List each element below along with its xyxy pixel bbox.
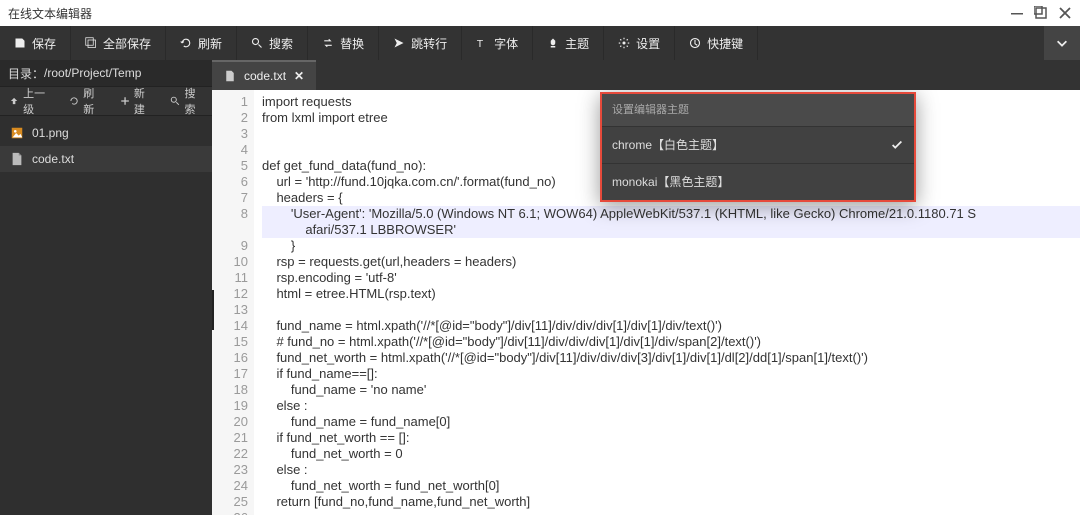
search-icon bbox=[251, 37, 263, 49]
sidebar: 目录：/root/Project/Temp 上一级 刷新 新建 搜索 bbox=[0, 60, 212, 515]
save-all-button[interactable]: 全部保存 bbox=[71, 26, 166, 60]
window-title: 在线文本编辑器 bbox=[8, 5, 92, 22]
toolbar-more-button[interactable] bbox=[1044, 26, 1080, 60]
goto-icon bbox=[393, 37, 405, 49]
check-icon bbox=[890, 138, 904, 152]
font-button[interactable]: T 字体 bbox=[462, 26, 533, 60]
font-icon: T bbox=[476, 37, 488, 49]
theme-option-monokai[interactable]: monokai【黑色主题】 bbox=[602, 163, 914, 200]
save-all-icon bbox=[85, 37, 97, 49]
up-icon bbox=[9, 95, 19, 107]
sidebar-up-button[interactable]: 上一级 bbox=[0, 85, 60, 117]
file-item[interactable]: 01.png bbox=[0, 120, 212, 146]
tab-label: code.txt bbox=[244, 69, 286, 83]
sidebar-new-button[interactable]: 新建 bbox=[111, 85, 162, 117]
search-icon bbox=[170, 95, 180, 107]
editor-tabs: code.txt ✕ bbox=[212, 60, 1080, 90]
sidebar-toolbar: 上一级 刷新 新建 搜索 bbox=[0, 86, 212, 116]
refresh-icon bbox=[69, 95, 79, 107]
file-name: 01.png bbox=[32, 126, 69, 140]
file-item[interactable]: code.txt bbox=[0, 146, 212, 172]
sidebar-refresh-button[interactable]: 刷新 bbox=[60, 85, 111, 117]
close-icon[interactable] bbox=[1058, 6, 1072, 20]
file-name: code.txt bbox=[32, 152, 74, 166]
minimize-icon[interactable] bbox=[1010, 6, 1024, 20]
theme-button[interactable]: 主题 bbox=[533, 26, 604, 60]
theme-option-chrome[interactable]: chrome【白色主题】 bbox=[602, 126, 914, 163]
svg-text:T: T bbox=[477, 38, 484, 49]
goto-line-button[interactable]: 跳转行 bbox=[379, 26, 462, 60]
replace-icon bbox=[322, 37, 334, 49]
refresh-button[interactable]: 刷新 bbox=[166, 26, 237, 60]
text-file-icon bbox=[224, 70, 236, 82]
code-area[interactable]: ‹ 12345678910111213141516171819202122232… bbox=[212, 90, 1080, 515]
theme-option-label: chrome【白色主题】 bbox=[612, 137, 724, 153]
maximize-icon[interactable] bbox=[1034, 6, 1048, 20]
main-toolbar: 保存 全部保存 刷新 搜索 替换 跳转行 T 字体 主题 设置 快捷键 bbox=[0, 26, 1080, 60]
chevron-down-icon bbox=[1055, 36, 1069, 50]
search-button[interactable]: 搜索 bbox=[237, 26, 308, 60]
gear-icon bbox=[618, 37, 630, 49]
tab-close-icon[interactable]: ✕ bbox=[294, 69, 304, 83]
file-list: 01.png code.txt bbox=[0, 116, 212, 515]
titlebar: 在线文本编辑器 bbox=[0, 0, 1080, 26]
theme-option-label: monokai【黑色主题】 bbox=[612, 174, 729, 190]
breadcrumb: 目录：/root/Project/Temp bbox=[0, 60, 212, 86]
plus-icon bbox=[120, 95, 130, 107]
collapse-sidebar-handle[interactable]: ‹ bbox=[212, 290, 214, 330]
theme-popup: 设置编辑器主题 chrome【白色主题】 monokai【黑色主题】 bbox=[600, 92, 916, 202]
settings-button[interactable]: 设置 bbox=[604, 26, 675, 60]
refresh-icon bbox=[180, 37, 192, 49]
line-gutter: 1234567891011121314151617181920212223242… bbox=[212, 90, 254, 515]
editor: code.txt ✕ ‹ 123456789101112131415161718… bbox=[212, 60, 1080, 515]
shortcuts-button[interactable]: 快捷键 bbox=[675, 26, 758, 60]
popup-title: 设置编辑器主题 bbox=[602, 94, 914, 126]
image-file-icon bbox=[10, 126, 24, 140]
text-file-icon bbox=[10, 152, 24, 166]
sidebar-search-button[interactable]: 搜索 bbox=[161, 85, 212, 117]
theme-icon bbox=[547, 37, 559, 49]
replace-button[interactable]: 替换 bbox=[308, 26, 379, 60]
shortcuts-icon bbox=[689, 37, 701, 49]
save-button[interactable]: 保存 bbox=[0, 26, 71, 60]
save-icon bbox=[14, 37, 26, 49]
editor-tab[interactable]: code.txt ✕ bbox=[212, 60, 316, 90]
